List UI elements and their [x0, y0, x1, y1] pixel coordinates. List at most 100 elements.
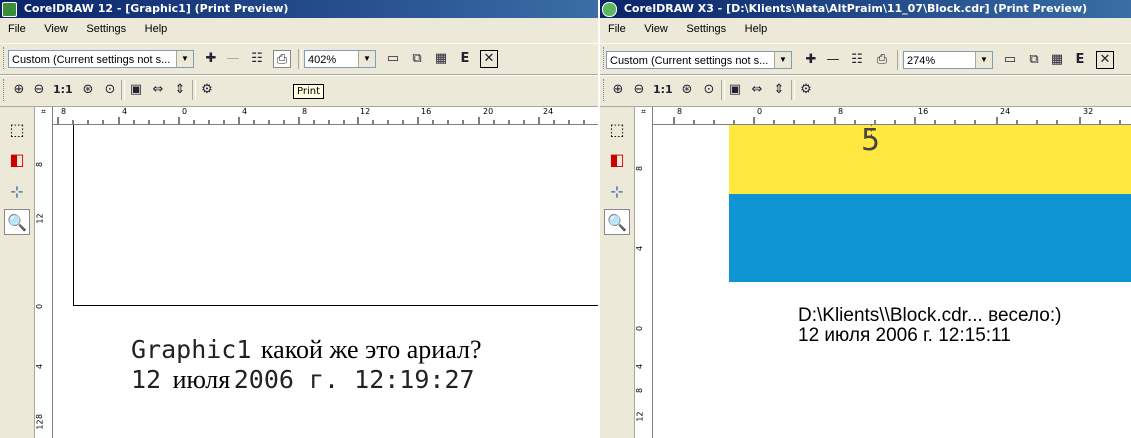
page-icon[interactable]: ▣ — [726, 81, 744, 99]
footer-info-line1: Graphic1 какой же это ариал? — [131, 335, 482, 365]
ruler-label: 0 — [635, 325, 645, 332]
imposition-tool-icon[interactable]: ◧ — [604, 147, 630, 173]
toolbar-grip[interactable] — [3, 79, 7, 101]
close-box-icon[interactable]: ✕ — [1096, 51, 1114, 69]
zoom-in-icon[interactable]: ⊕ — [609, 81, 627, 99]
footer-info-line1: D:\Klients\\Block.cdr... весело:) — [798, 305, 1062, 326]
e-icon[interactable]: E — [1071, 51, 1089, 69]
page-outline — [73, 125, 598, 306]
left-title-bar: CorelDRAW 12 - [Graphic1] (Print Preview… — [0, 0, 598, 18]
fit-height-icon[interactable]: ⇕ — [171, 81, 189, 99]
right-horizontal-ruler[interactable]: 8 0 8 16 24 32 — [653, 107, 1131, 125]
minus-icon[interactable]: — — [824, 51, 842, 69]
pick-tool-icon[interactable]: ⬚ — [604, 117, 630, 143]
chevron-down-icon[interactable]: ▼ — [176, 51, 193, 67]
print-icon[interactable]: ⎙ — [273, 50, 291, 68]
minus-icon[interactable]: — — [224, 50, 242, 68]
left-horizontal-ruler[interactable]: 8 4 0 4 8 12 16 20 24 — [53, 107, 598, 125]
menu-view[interactable]: View — [44, 23, 68, 35]
actual-size-icon[interactable]: 1:1 — [653, 81, 673, 99]
monitor-icon[interactable]: ▭ — [384, 50, 402, 68]
zoom-dropdown[interactable]: 274% ▼ — [903, 51, 993, 69]
menu-file[interactable]: File — [608, 23, 626, 35]
ruler-label: 0 — [35, 303, 45, 310]
zoom-options-icon[interactable]: ⚙ — [797, 81, 815, 99]
film-icon[interactable]: ▦ — [432, 50, 450, 68]
yellow-stripe — [729, 125, 1131, 194]
fit-height-icon[interactable]: ⇕ — [770, 81, 788, 99]
actual-size-icon[interactable]: 1:1 — [53, 81, 73, 99]
zoom-selection-icon[interactable]: ⊙ — [700, 81, 718, 99]
zoom-options-icon[interactable]: ⚙ — [198, 81, 216, 99]
film-icon[interactable]: ▦ — [1048, 51, 1066, 69]
zoom-tool-icon[interactable]: 🔍 — [604, 209, 630, 235]
zoom-in-icon[interactable]: ⊕ — [10, 81, 28, 99]
left-toolbox: ⬚ ◧ ⊹ 🔍 — [0, 107, 35, 438]
left-preview-canvas[interactable]: Graphic1 какой же это ариал? 12 июля 200… — [53, 125, 598, 438]
right-zoom-toolbar: ⊕ ⊖ 1:1 ⊛ ⊙ ▣ ⇔ ⇕ ⚙ — [600, 75, 1131, 107]
page-icon[interactable]: ▣ — [127, 81, 145, 99]
menu-settings[interactable]: Settings — [86, 23, 126, 35]
right-window-title: CorelDRAW X3 - [D:\Klients\Nata\AltPraim… — [623, 2, 1088, 15]
right-preview-canvas[interactable]: 5 D:\Klients\\Block.cdr... весело:) 12 и… — [653, 125, 1131, 438]
chevron-down-icon[interactable]: ▼ — [358, 51, 375, 67]
toolbar-grip[interactable] — [3, 47, 7, 69]
menu-file[interactable]: File — [8, 23, 26, 35]
menu-help[interactable]: Help — [145, 23, 168, 35]
zoom-tool-icon[interactable]: 🔍 — [4, 209, 30, 235]
left-window: CorelDRAW 12 - [Graphic1] (Print Preview… — [0, 0, 598, 438]
marks-tool-icon[interactable]: ⊹ — [4, 179, 30, 205]
ruler-label: 8 — [35, 161, 45, 168]
imposition-tool-icon[interactable]: ◧ — [4, 147, 30, 173]
right-window: CorelDRAW X3 - [D:\Klients\Nata\AltPraim… — [600, 0, 1131, 438]
left-window-title: CorelDRAW 12 - [Graphic1] (Print Preview… — [23, 2, 289, 15]
right-vertical-ruler[interactable]: 8 4 0 4 8 12 — [635, 124, 653, 438]
right-toolbox: ⬚ ◧ ⊹ 🔍 — [600, 107, 635, 438]
close-box-icon[interactable]: ✕ — [480, 50, 498, 68]
print-style-dropdown[interactable]: Custom (Current settings not s... ▼ — [606, 51, 792, 69]
zoom-all-icon[interactable]: ⊛ — [79, 81, 97, 99]
ruler-label: 12 — [635, 411, 645, 422]
marks-tool-icon[interactable]: ⊹ — [604, 179, 630, 205]
ruler-corner: ⌗ — [635, 107, 653, 125]
layout-icon[interactable]: ☷ — [248, 50, 266, 68]
menu-settings[interactable]: Settings — [686, 23, 726, 35]
menu-help[interactable]: Help — [745, 23, 768, 35]
footer-info-line2: 12 июля 2006 г. 12:15:11 — [798, 325, 1011, 346]
zoom-value: 274% — [907, 55, 936, 67]
print-style-dropdown[interactable]: Custom (Current settings not s... ▼ — [8, 50, 194, 68]
fit-width-icon[interactable]: ⇔ — [748, 81, 766, 99]
ruler-label: 8 — [635, 165, 645, 172]
chevron-down-icon[interactable]: ▼ — [774, 52, 791, 68]
print-icon[interactable]: ⎙ — [873, 51, 891, 69]
ruler-label: 12 — [35, 419, 45, 430]
right-title-bar: CorelDRAW X3 - [D:\Klients\Nata\AltPraim… — [600, 0, 1131, 18]
blue-stripe — [729, 194, 1131, 282]
menu-view[interactable]: View — [644, 23, 668, 35]
pick-tool-icon[interactable]: ⬚ — [4, 117, 30, 143]
ruler-label: 4 — [35, 363, 45, 370]
plus-icon[interactable]: ✚ — [802, 51, 820, 69]
right-print-toolbar: Custom (Current settings not s... ▼ ✚ — … — [600, 43, 1131, 75]
ruler-ticks — [57, 117, 585, 124]
chevron-down-icon[interactable]: ▼ — [975, 52, 992, 68]
toolbar-grip[interactable] — [603, 79, 607, 101]
layout-icon[interactable]: ☷ — [848, 51, 866, 69]
e-icon[interactable]: E — [456, 50, 474, 68]
copy-icon[interactable]: ⧉ — [1025, 51, 1043, 69]
zoom-out-icon[interactable]: ⊖ — [30, 81, 48, 99]
ruler-label: 8 — [635, 387, 645, 394]
zoom-dropdown[interactable]: 402% ▼ — [304, 50, 376, 68]
copy-icon[interactable]: ⧉ — [408, 50, 426, 68]
ruler-label: 4 — [635, 245, 645, 252]
zoom-out-icon[interactable]: ⊖ — [630, 81, 648, 99]
monitor-icon[interactable]: ▭ — [1001, 51, 1019, 69]
separator — [192, 80, 196, 100]
print-tooltip: Print — [293, 84, 325, 99]
zoom-all-icon[interactable]: ⊛ — [678, 81, 696, 99]
plus-icon[interactable]: ✚ — [202, 50, 220, 68]
zoom-selection-icon[interactable]: ⊙ — [101, 81, 119, 99]
ruler-label: 12 — [35, 213, 45, 224]
fit-width-icon[interactable]: ⇔ — [149, 81, 167, 99]
left-vertical-ruler[interactable]: 8 12 0 4 8 12 — [35, 124, 53, 438]
